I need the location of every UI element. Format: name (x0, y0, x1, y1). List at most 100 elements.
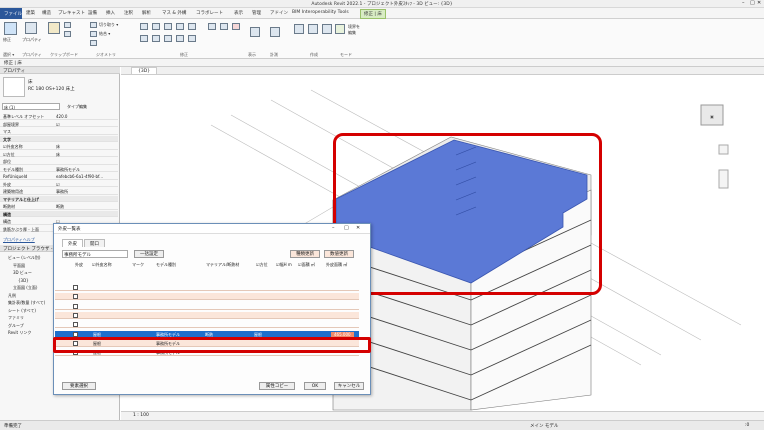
table-cell-area[interactable]: 465.000 (331, 331, 354, 337)
cut-icon[interactable] (64, 22, 71, 28)
copy-icon[interactable] (64, 31, 71, 37)
tab-annotate[interactable]: 注釈 (124, 10, 133, 16)
tab-systems[interactable]: 設備 (88, 10, 97, 16)
browser-tree-item[interactable]: 立面図 (立面) (13, 285, 37, 291)
offset-icon[interactable] (152, 23, 160, 30)
property-value[interactable]: ☑ (56, 182, 60, 187)
table-row[interactable] (55, 284, 359, 291)
properties-button[interactable]: プロパティ (22, 37, 42, 43)
ok-button[interactable]: OK (304, 382, 326, 390)
create-assembly-icon[interactable] (294, 24, 304, 34)
tab-analyze[interactable]: 解析 (142, 10, 151, 16)
row-checkbox[interactable] (73, 303, 78, 309)
browser-tree-item[interactable]: ビュー (レベル別) (8, 255, 40, 261)
tab-modify-floor[interactable]: 修正 | 床 (360, 9, 386, 19)
property-value[interactable]: 事務所 (56, 189, 68, 195)
modify-button[interactable]: 修正 (3, 37, 11, 43)
browser-tree-item[interactable]: {3D} (18, 278, 29, 283)
view-hide-icon[interactable] (250, 27, 260, 37)
property-value[interactable]: 床 (56, 144, 60, 150)
browser-tree-item[interactable]: 3D ビュー (13, 270, 32, 276)
trim-icon[interactable] (188, 23, 196, 30)
tab-structure[interactable]: 構造 (42, 10, 51, 16)
model-filter-select[interactable]: 事務所モデル (62, 250, 128, 258)
cancel-button[interactable]: キャンセル (334, 382, 364, 390)
property-value[interactable]: 床 (56, 152, 60, 158)
browser-tree-item[interactable]: 凡例 (8, 293, 16, 299)
property-value[interactable]: 420.0 (56, 114, 67, 119)
value-update-button[interactable]: 数値更新 (324, 250, 354, 258)
edit-boundary-icon[interactable] (335, 24, 345, 34)
pin-icon[interactable] (208, 23, 216, 30)
row-checkbox[interactable] (73, 294, 78, 300)
tool-join-dropdown[interactable]: 結合 ▾ (99, 31, 110, 37)
property-value[interactable]: eafebcb6-6a1-4f90-bf... (56, 174, 103, 179)
property-row[interactable]: モデル種別 事務所モデル (0, 166, 118, 173)
align-icon[interactable] (140, 23, 148, 30)
dialog-tab-envelope[interactable]: 外皮 (62, 239, 83, 247)
mirror-icon[interactable] (164, 23, 172, 30)
instance-filter-select[interactable]: 床 (1) (2, 103, 60, 110)
tab-file[interactable]: ファイル (0, 8, 22, 19)
properties-icon[interactable] (25, 22, 37, 34)
copy-attributes-button[interactable]: 属性コピー (259, 382, 295, 390)
active-workset[interactable]: メイン モデル (530, 423, 558, 429)
browser-tree-item[interactable]: シート (すべて) (8, 308, 36, 314)
tab-collaborate[interactable]: コラボレート (196, 10, 223, 16)
tab-manage[interactable]: 管理 (252, 10, 261, 16)
dialog-tab-opening[interactable]: 開口 (84, 239, 105, 247)
steering-wheel-icon[interactable] (718, 144, 729, 155)
table-row[interactable] (55, 303, 359, 310)
rotate-icon[interactable] (164, 35, 172, 42)
tab-bim-interop[interactable]: BIM Interoperability Tools (292, 10, 349, 15)
paste-icon[interactable] (48, 22, 60, 34)
property-row[interactable]: ☑方位 床 (0, 151, 118, 158)
property-row[interactable]: 部屋境界 ☑ (0, 121, 118, 127)
join-icon[interactable] (90, 31, 97, 37)
table-row[interactable] (55, 311, 359, 319)
row-checkbox[interactable] (73, 331, 78, 337)
edit-boundary-button[interactable]: 境界を 編集 (348, 24, 360, 36)
properties-help-link[interactable]: プロパティヘルプ (3, 237, 35, 243)
tab-precast[interactable]: プレキャスト (58, 10, 85, 16)
split-icon[interactable] (220, 23, 228, 30)
close-icon[interactable]: ✕ (757, 0, 761, 6)
property-value[interactable]: 断熱 (56, 204, 64, 210)
property-row[interactable]: 断熱材 断熱 (0, 203, 118, 210)
property-value[interactable]: 事務所モデル (56, 167, 80, 173)
tab-addins[interactable]: アドイン (270, 10, 288, 16)
view-scale[interactable]: 1 : 100 (133, 413, 149, 418)
dialog-minimize-icon[interactable]: – (332, 225, 335, 231)
copy-element-icon[interactable] (152, 35, 160, 42)
tab-view[interactable]: 表示 (234, 10, 243, 16)
edit-type-button[interactable]: タイプ編集 (66, 103, 118, 110)
tab-architecture[interactable]: 建築 (26, 10, 35, 16)
select-element-button[interactable]: 要素選択 (62, 382, 96, 390)
browser-tree-item[interactable]: 集計表/数量 (すべて) (8, 300, 45, 306)
browser-tree-item[interactable]: グループ (8, 323, 24, 329)
table-row[interactable] (55, 293, 359, 301)
minimize-icon[interactable]: – (742, 0, 745, 6)
mirror-draw-icon[interactable] (176, 23, 184, 30)
bulk-set-button[interactable]: 一括設定 (134, 250, 164, 258)
property-row[interactable]: 外皮 ☑ (0, 181, 118, 187)
browser-tree-item[interactable]: 平面図 (13, 263, 25, 269)
modify-cursor-icon[interactable] (4, 22, 17, 35)
maximize-icon[interactable]: □ (750, 0, 755, 6)
cope-icon[interactable] (90, 22, 97, 28)
property-row[interactable]: RefUniqueId eafebcb6-6a1-4f90-bf... (0, 173, 118, 180)
dialog-maximize-icon[interactable]: □ (344, 225, 349, 231)
tab-3d-view[interactable]: {3D} (131, 67, 158, 75)
select-panel-label[interactable]: 選択 ▾ (3, 52, 14, 58)
tab-insert[interactable]: 挿入 (106, 10, 115, 16)
type-update-button[interactable]: 種類更新 (290, 250, 320, 258)
property-row[interactable]: 基準レベル オフセット 420.0 (0, 113, 118, 120)
create-group-icon[interactable] (308, 24, 318, 34)
property-row[interactable]: マス (0, 128, 118, 135)
row-checkbox[interactable] (73, 322, 78, 328)
tool-cut-dropdown[interactable]: 切り取り ▾ (99, 22, 118, 28)
view-cube[interactable]: ▣ (700, 104, 724, 126)
browser-tree-item[interactable]: ファミリ (8, 315, 24, 321)
paint-icon[interactable] (90, 40, 97, 46)
browser-tree-item[interactable]: Revit リンク (8, 330, 31, 336)
